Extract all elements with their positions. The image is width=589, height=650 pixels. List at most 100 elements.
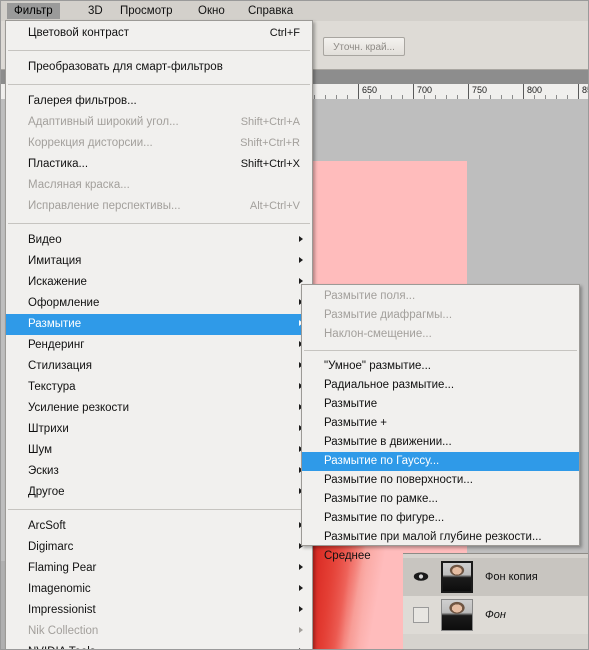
menu-group: Цветовой контраст Ctrl+F <box>6 21 312 46</box>
menu-separator <box>304 350 577 351</box>
menu-item-label: Impressionist <box>28 604 96 616</box>
layer-thumbnail[interactable] <box>441 599 473 631</box>
menu-item[interactable]: Усиление резкости <box>6 398 312 419</box>
menu-item-label: Размытие по поверхности... <box>324 474 473 486</box>
menu-item[interactable]: NVIDIA Tools <box>6 642 312 649</box>
menu-item[interactable]: Размытие + <box>302 414 579 433</box>
menu-item-label: Имитация <box>28 255 82 267</box>
menu-item[interactable]: Штрихи <box>6 419 312 440</box>
filter-menu[interactable]: Цветовой контраст Ctrl+F Преобразовать для… <box>5 20 313 649</box>
menu-bar-item-3[interactable]: Окно <box>191 3 232 19</box>
menu-item-label: Размытие при малой глубине резкости... <box>324 531 542 543</box>
ruler-tick <box>578 84 579 99</box>
menu-item[interactable]: Искажение <box>6 272 312 293</box>
menu-item: Размытие поля... <box>302 287 579 306</box>
menu-bar-item-label: Фильтр <box>14 5 53 17</box>
menu-item[interactable]: Радиальное размытие... <box>302 376 579 395</box>
menu-item-label: Оформление <box>28 297 100 309</box>
menu-item-label: Цветовой контраст <box>28 27 130 39</box>
menu-item-label: Текстура <box>28 381 76 393</box>
menu-item-label: Flaming Pear <box>28 562 97 574</box>
menu-item-label: Размытие <box>324 398 378 410</box>
menu-item[interactable]: Размытие по поверхности... <box>302 471 579 490</box>
ruler-label: 750 <box>472 85 488 95</box>
menu-item[interactable]: "Умное" размытие... <box>302 357 579 376</box>
menu-item[interactable]: Digimarc <box>6 537 312 558</box>
menu-item: Размытие диафрагмы... <box>302 306 579 325</box>
chevron-right-icon <box>299 236 303 242</box>
menu-item-shortcut: Ctrl+F <box>269 27 300 39</box>
menu-item[interactable]: Эскиз <box>6 461 312 482</box>
menu-item-label: Nik Collection <box>28 625 99 637</box>
menu-item[interactable]: Размытие по Гауссу... <box>302 452 579 471</box>
menu-item[interactable]: Размытие по фигуре... <box>302 509 579 528</box>
menu-item[interactable]: Имитация <box>6 251 312 272</box>
menu-item-label: Эскиз <box>28 465 59 477</box>
menu-item: Исправление перспективы... Alt+Ctrl+V <box>6 196 312 217</box>
menu-item[interactable]: Видео <box>6 230 312 251</box>
menu-item[interactable]: Размытие <box>302 395 579 414</box>
menu-item: Nik Collection <box>6 621 312 642</box>
eye-icon-off[interactable] <box>413 607 429 623</box>
menu-item-label: Стилизация <box>28 360 93 372</box>
ruler-tick <box>468 84 469 99</box>
menu-bar-item-2[interactable]: Просмотр <box>113 3 180 19</box>
menu-group: Галерея фильтров... Адаптивный широкий уг… <box>6 89 312 219</box>
menu-separator <box>8 84 310 85</box>
menu-item-label: Преобразовать для смарт-фильтров <box>28 61 223 73</box>
ruler-label: 800 <box>527 85 543 95</box>
menu-group: Преобразовать для смарт-фильтров <box>6 55 312 80</box>
layer-row[interactable]: Фон <box>403 596 588 634</box>
menu-item[interactable]: Среднее <box>302 547 579 566</box>
menu-item[interactable]: Галерея фильтров... <box>6 91 312 112</box>
menu-item[interactable]: Рендеринг <box>6 335 312 356</box>
menu-item[interactable]: Размытие при малой глубине резкости... <box>302 528 579 547</box>
refine-edge-button[interactable]: Уточн. край... <box>323 37 405 56</box>
menu-item-label: Искажение <box>28 276 87 288</box>
menu-item-label: Размытие + <box>324 417 387 429</box>
menu-item[interactable]: Размытие по рамке... <box>302 490 579 509</box>
menu-bar-item-4[interactable]: Справка <box>241 3 300 19</box>
ruler-tick <box>523 84 524 99</box>
menu-separator <box>8 509 310 510</box>
menu-item[interactable]: Стилизация <box>6 356 312 377</box>
eye-icon[interactable] <box>413 571 429 583</box>
ruler-label: 650 <box>362 85 378 95</box>
blur-submenu[interactable]: Размытие поля... Размытие диафрагмы... Нак… <box>301 284 580 562</box>
chevron-right-icon <box>299 606 303 612</box>
menu-item[interactable]: Impressionist <box>6 600 312 621</box>
menu-item[interactable]: Преобразовать для смарт-фильтров <box>6 57 312 78</box>
menu-item: Коррекция дисторсии... Shift+Ctrl+R <box>6 133 312 154</box>
menu-item[interactable]: Оформление <box>6 293 312 314</box>
menu-item[interactable]: Другое <box>6 482 312 503</box>
menu-item[interactable]: Шум <box>6 440 312 461</box>
menu-item[interactable]: Текстура <box>6 377 312 398</box>
menu-separator <box>8 223 310 224</box>
menu-item-label: Размытие по Гауссу... <box>324 455 440 467</box>
menu-item-shortcut: Shift+Ctrl+A <box>240 116 300 128</box>
menu-item-label: ArcSoft <box>28 520 66 532</box>
menu-bar-item-label: Просмотр <box>120 5 173 17</box>
menu-item[interactable]: Imagenomic <box>6 579 312 600</box>
menu-bar-item-1[interactable]: 3D <box>81 3 110 19</box>
menu-item[interactable]: Пластика... Shift+Ctrl+X <box>6 154 312 175</box>
menu-item-label: Imagenomic <box>28 583 91 595</box>
ruler-label: 700 <box>417 85 433 95</box>
menu-bar-item-0[interactable]: Фильтр <box>7 3 60 19</box>
menu-item-label: Галерея фильтров... <box>28 95 137 107</box>
chevron-right-icon <box>299 627 303 633</box>
menu-item[interactable]: Размытие <box>6 314 312 335</box>
menu-item[interactable]: Цветовой контраст Ctrl+F <box>6 23 312 44</box>
menu-item-shortcut: Shift+Ctrl+X <box>240 158 300 170</box>
menu-item[interactable]: Размытие в движении... <box>302 433 579 452</box>
menu-group: "Умное" размытие... Радиальное размытие..… <box>302 355 579 568</box>
menu-item[interactable]: ArcSoft <box>6 516 312 537</box>
menu-item-label: Видео <box>28 234 62 246</box>
menu-item-label: "Умное" размытие... <box>324 360 431 372</box>
menu-item[interactable]: Flaming Pear <box>6 558 312 579</box>
menu-item-label: Размытие по фигуре... <box>324 512 445 524</box>
menu-item-label: Радиальное размытие... <box>324 379 455 391</box>
menu-item: Наклон-смещение... <box>302 325 579 344</box>
menu-separator <box>8 50 310 51</box>
menu-item-label: Размытие по рамке... <box>324 493 438 505</box>
